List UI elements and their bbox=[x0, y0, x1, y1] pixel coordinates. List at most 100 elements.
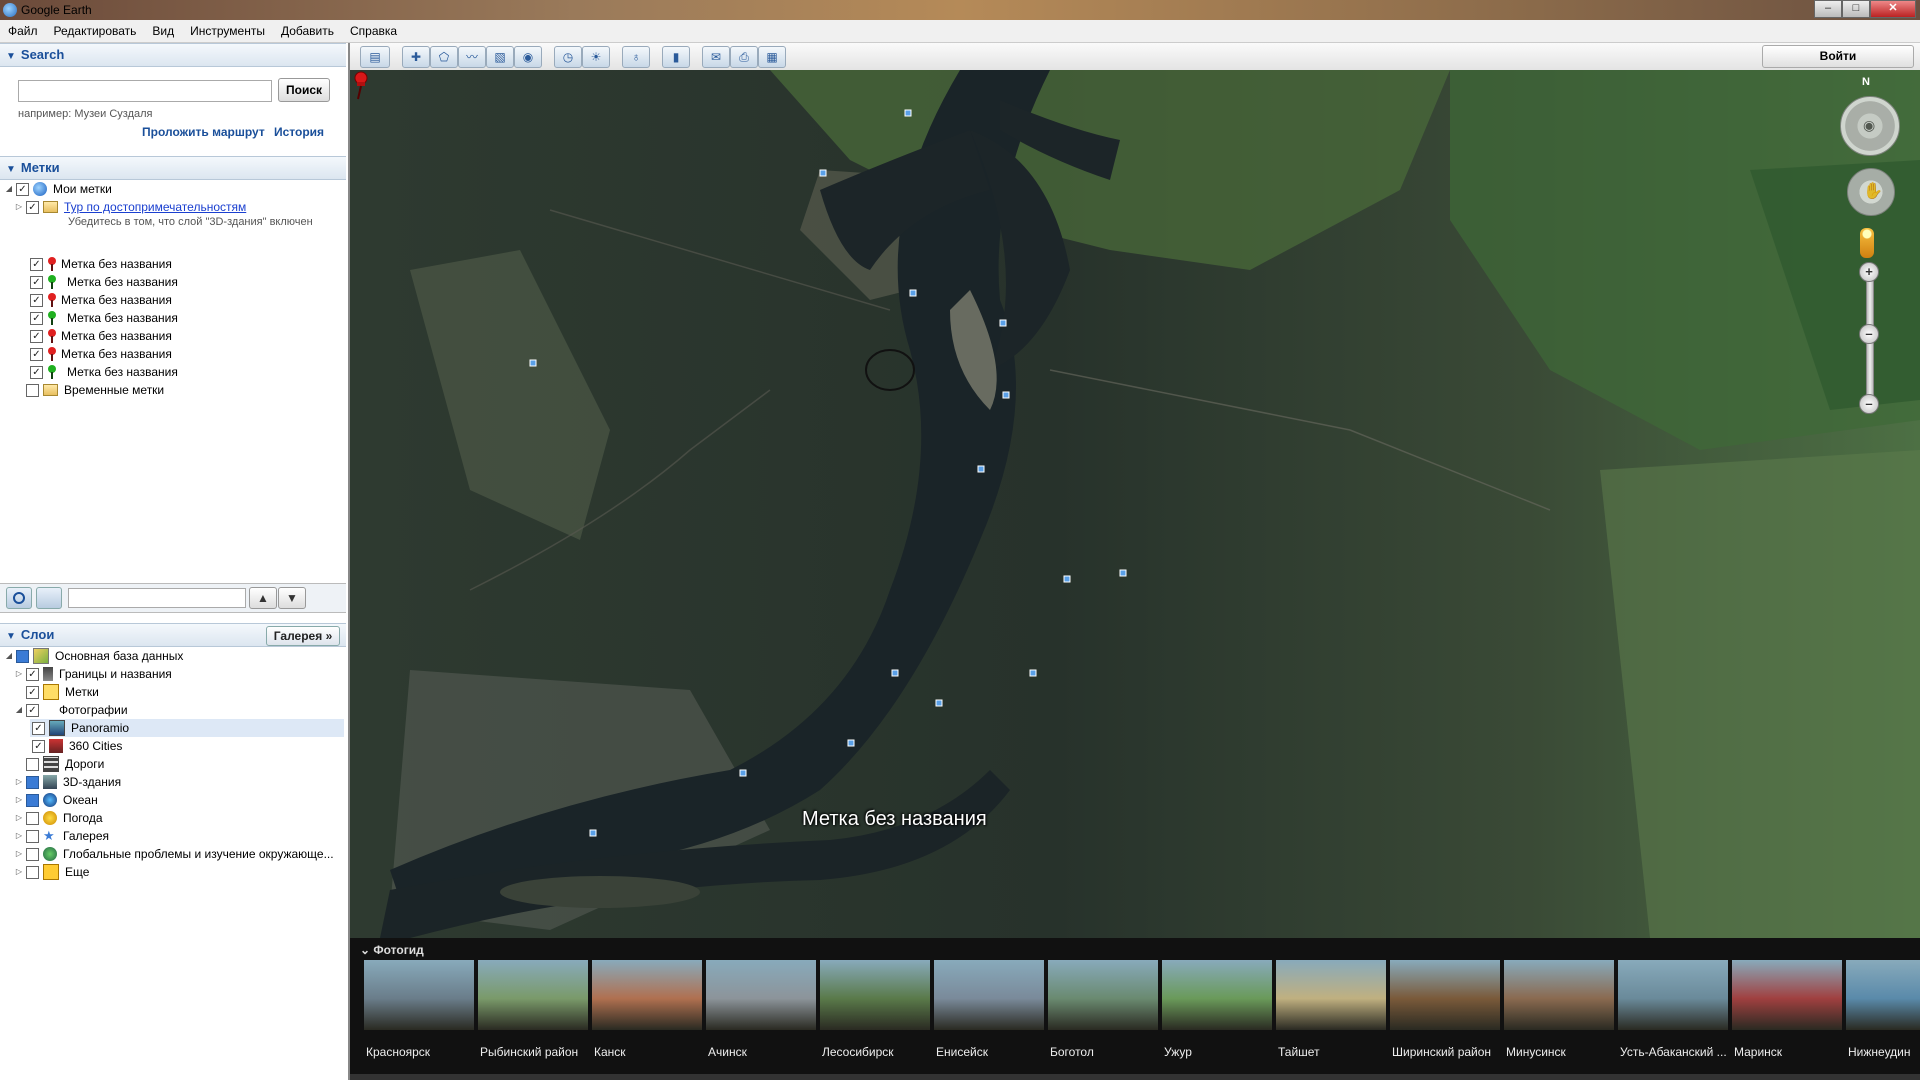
gallery-button[interactable]: Галерея » bbox=[266, 626, 340, 646]
expand-arrow-icon[interactable]: ▷ bbox=[14, 845, 24, 863]
layer-row-selected[interactable]: Panoramio bbox=[30, 719, 344, 737]
photo-thumbnail[interactable]: Тайшет bbox=[1276, 960, 1386, 1059]
checkbox[interactable] bbox=[26, 793, 39, 807]
checkbox[interactable] bbox=[32, 721, 45, 735]
maximize-button[interactable]: □ bbox=[1842, 0, 1870, 18]
expand-arrow-icon[interactable]: ◢ bbox=[14, 701, 24, 719]
directions-link[interactable]: Проложить маршрут bbox=[142, 125, 265, 139]
checkbox[interactable] bbox=[30, 347, 43, 361]
checkbox[interactable] bbox=[30, 311, 43, 325]
checkbox[interactable] bbox=[26, 757, 39, 771]
ruler-button[interactable]: ▮ bbox=[662, 46, 690, 68]
menu-view[interactable]: Вид bbox=[144, 24, 182, 38]
photo-thumbnail[interactable]: Рыбинский район bbox=[478, 960, 588, 1059]
tree-row-my-places[interactable]: ◢ Мои метки bbox=[4, 180, 112, 198]
look-joystick[interactable]: ◉ bbox=[1840, 96, 1900, 156]
zoom-thumb[interactable]: – bbox=[1859, 324, 1879, 344]
layer-row[interactable]: ▷ Погода bbox=[14, 809, 103, 827]
search-button[interactable]: Поиск bbox=[278, 78, 330, 102]
switch-planet-button[interactable]: ♁ bbox=[622, 46, 650, 68]
map-placemark-label[interactable]: Метка без названия bbox=[802, 808, 987, 831]
placemark-row[interactable]: Метка без названия bbox=[28, 345, 172, 363]
photo-guide-title[interactable]: ⌄ Фотогид bbox=[360, 943, 424, 957]
street-view-pegman-icon[interactable] bbox=[1860, 228, 1874, 258]
expand-arrow-icon[interactable]: ▷ bbox=[14, 791, 24, 809]
layer-row[interactable]: ▷ Еще bbox=[14, 863, 89, 881]
checkbox[interactable] bbox=[26, 200, 39, 214]
checkbox[interactable] bbox=[30, 257, 43, 271]
photo-thumbnail[interactable]: Усть-Абаканский ... bbox=[1618, 960, 1728, 1059]
expand-arrow-icon[interactable]: ▷ bbox=[14, 773, 24, 791]
view-in-maps-button[interactable]: ▦ bbox=[758, 46, 786, 68]
photo-thumbnail[interactable]: Ужур bbox=[1162, 960, 1272, 1059]
photo-thumbnail[interactable]: Енисейск bbox=[934, 960, 1044, 1059]
placemark-row[interactable]: Метка без названия bbox=[28, 273, 178, 291]
search-places-button[interactable] bbox=[6, 587, 32, 609]
checkbox[interactable] bbox=[30, 365, 43, 379]
layers-panel-header[interactable]: ▼ Слои Галерея » bbox=[0, 623, 346, 647]
sunlight-button[interactable]: ☀ bbox=[582, 46, 610, 68]
menu-file[interactable]: Файл bbox=[0, 24, 46, 38]
photo-thumbnail[interactable]: Боготол bbox=[1048, 960, 1158, 1059]
expand-arrow-icon[interactable]: ▷ bbox=[14, 665, 24, 683]
move-up-button[interactable]: ▲ bbox=[249, 587, 277, 609]
expand-arrow-icon[interactable]: ▷ bbox=[14, 809, 24, 827]
layer-row[interactable]: 360 Cities bbox=[30, 737, 122, 755]
checkbox[interactable] bbox=[30, 293, 43, 307]
layer-row[interactable]: Метки bbox=[14, 683, 99, 701]
checkbox[interactable] bbox=[26, 383, 39, 397]
checkbox[interactable] bbox=[26, 847, 39, 861]
panel-toggle-button[interactable] bbox=[36, 587, 62, 609]
move-down-button[interactable]: ▼ bbox=[278, 587, 306, 609]
photo-thumbnail[interactable]: Ачинск bbox=[706, 960, 816, 1059]
search-panel-header[interactable]: ▼ Search bbox=[0, 43, 346, 67]
tree-row-temporary[interactable]: Временные метки bbox=[14, 381, 164, 399]
expand-arrow-icon[interactable]: ◢ bbox=[4, 180, 14, 198]
placemark-row[interactable]: Метка без названия bbox=[28, 363, 178, 381]
expand-arrow-icon[interactable]: ▷ bbox=[14, 198, 24, 216]
checkbox[interactable] bbox=[26, 667, 39, 681]
checkbox[interactable] bbox=[26, 703, 39, 717]
search-input[interactable] bbox=[18, 80, 272, 102]
photo-thumbnail[interactable]: Нижнеудин bbox=[1846, 960, 1920, 1059]
checkbox[interactable] bbox=[26, 685, 39, 699]
layer-row[interactable]: ◢ Фотографии bbox=[14, 701, 128, 719]
sidebar-toggle-button[interactable]: ▤ bbox=[360, 46, 390, 68]
photo-thumbnail[interactable]: Ширинский район bbox=[1390, 960, 1500, 1059]
record-tour-button[interactable]: ◉ bbox=[514, 46, 542, 68]
photo-thumbnail[interactable]: Лесосибирск bbox=[820, 960, 930, 1059]
expand-arrow-icon[interactable]: ◢ bbox=[4, 647, 14, 665]
zoom-in-button[interactable]: + bbox=[1859, 262, 1879, 282]
add-polygon-button[interactable]: ⬠ bbox=[430, 46, 458, 68]
photo-thumbnail[interactable]: Канск bbox=[592, 960, 702, 1059]
layer-row[interactable]: ▷ Глобальные проблемы и изучение окружаю… bbox=[14, 845, 334, 863]
menu-tools[interactable]: Инструменты bbox=[182, 24, 273, 38]
placemark-row[interactable]: Метка без названия bbox=[28, 255, 172, 273]
print-button[interactable]: ⎙ bbox=[730, 46, 758, 68]
menu-help[interactable]: Справка bbox=[342, 24, 405, 38]
close-button[interactable]: ✕ bbox=[1870, 0, 1916, 18]
add-placemark-button[interactable]: ✚ bbox=[402, 46, 430, 68]
history-link[interactable]: История bbox=[274, 125, 324, 139]
layer-row[interactable]: ▷ 3D-здания bbox=[14, 773, 121, 791]
checkbox[interactable] bbox=[30, 275, 43, 289]
placemark-row[interactable]: Метка без названия bbox=[28, 291, 172, 309]
placemark-row[interactable]: Метка без названия bbox=[28, 309, 178, 327]
layer-row[interactable]: ◢ Основная база данных bbox=[4, 647, 183, 665]
checkbox[interactable] bbox=[16, 182, 29, 196]
red-pushpin-icon[interactable] bbox=[350, 70, 372, 100]
layer-row[interactable]: ▷ ★ Галерея bbox=[14, 827, 109, 845]
checkbox[interactable] bbox=[26, 775, 39, 789]
move-joystick[interactable]: ✋ bbox=[1847, 168, 1895, 216]
checkbox[interactable] bbox=[26, 829, 39, 843]
layer-row[interactable]: ▷ Границы и названия bbox=[14, 665, 172, 683]
zoom-out-button[interactable]: – bbox=[1859, 394, 1879, 414]
minimize-button[interactable]: – bbox=[1814, 0, 1842, 18]
photo-thumbnail[interactable]: Красноярск bbox=[364, 960, 474, 1059]
sign-in-button[interactable]: Войти bbox=[1762, 45, 1914, 68]
email-button[interactable]: ✉ bbox=[702, 46, 730, 68]
photo-thumbnail[interactable]: Минусинск bbox=[1504, 960, 1614, 1059]
add-path-button[interactable]: 〰 bbox=[458, 46, 486, 68]
places-filter-input[interactable] bbox=[68, 588, 246, 608]
menu-add[interactable]: Добавить bbox=[273, 24, 342, 38]
